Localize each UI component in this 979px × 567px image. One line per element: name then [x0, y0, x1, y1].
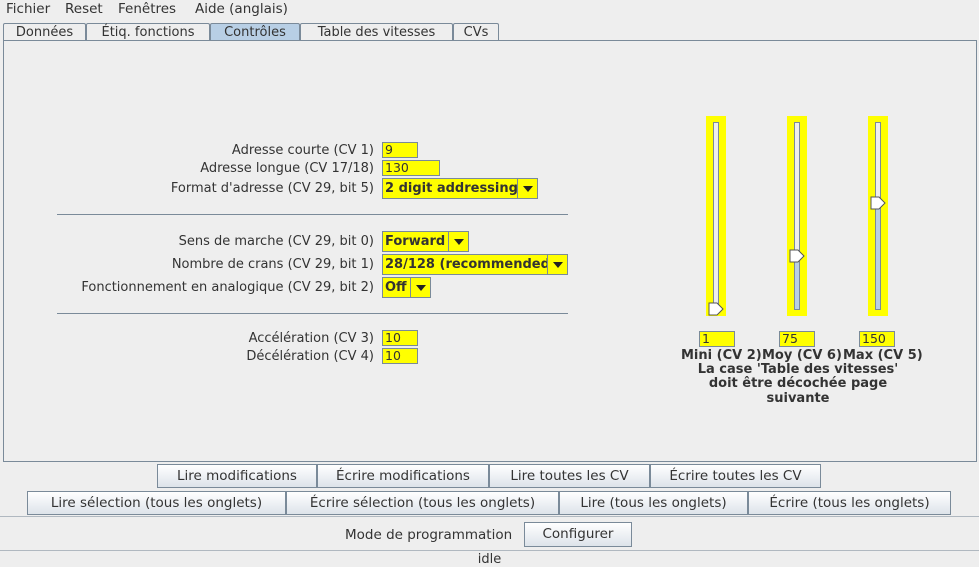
address-format-label: Format d'adresse (CV 29, bit 5)	[170, 181, 374, 196]
acceleration-field[interactable]: 10	[382, 330, 418, 346]
vstart-label: Mini (CV 2)	[681, 348, 762, 363]
vstart-field[interactable]: 1	[699, 331, 735, 347]
analog-mode-label: Fonctionnement en analogique (CV 29, bit…	[81, 280, 374, 295]
vmid-label: Moy (CV 6)	[762, 348, 842, 363]
read-all-tabs-button[interactable]: Lire (tous les onglets)	[559, 491, 748, 515]
chevron-down-icon[interactable]	[517, 179, 537, 198]
deceleration-label: Décélération (CV 4)	[246, 349, 374, 364]
speed-steps-select[interactable]: 28/128 (recommended)	[382, 254, 568, 275]
programming-mode-label: Mode de programmation	[345, 527, 513, 543]
speed-table-note-line2: doit être décochée page suivante	[708, 376, 888, 406]
speed-steps-value: 28/128 (recommended)	[385, 257, 556, 272]
vhigh-slider-fill	[876, 202, 880, 309]
separator-1	[57, 214, 568, 215]
menu-aide[interactable]: Aide (anglais)	[195, 1, 288, 17]
vmid-field[interactable]: 75	[779, 331, 815, 347]
tab-controles[interactable]: Contrôles	[210, 23, 300, 41]
vhigh-field[interactable]: 150	[859, 331, 895, 347]
menu-bar: Fichier Reset Fenêtres Aide (anglais)	[0, 0, 979, 20]
tab-cvs[interactable]: CVs	[453, 23, 499, 40]
separator-3	[0, 516, 979, 517]
address-format-value: 2 digit addressing	[385, 181, 518, 196]
vhigh-slider-thumb[interactable]	[870, 196, 886, 210]
direction-value: Forward	[385, 234, 446, 249]
acceleration-label: Accélération (CV 3)	[248, 331, 374, 346]
write-all-tabs-button[interactable]: Écrire (tous les onglets)	[748, 491, 951, 515]
short-address-field[interactable]: 9	[382, 142, 418, 158]
separator-2	[57, 313, 568, 314]
menu-fenetres[interactable]: Fenêtres	[118, 1, 176, 17]
direction-select[interactable]: Forward	[382, 231, 469, 252]
vstart-slider-track	[713, 122, 719, 310]
tab-donnees[interactable]: Données	[3, 23, 86, 40]
vmid-slider-fill	[795, 256, 799, 309]
chevron-down-icon[interactable]	[410, 278, 430, 297]
menu-fichier[interactable]: Fichier	[6, 1, 50, 17]
direction-label: Sens de marche (CV 29, bit 0)	[178, 234, 374, 249]
read-changes-button[interactable]: Lire modifications	[157, 464, 317, 488]
analog-mode-select[interactable]: Off	[382, 277, 431, 298]
write-selection-all-tabs-button[interactable]: Écrire sélection (tous les onglets)	[286, 491, 559, 515]
menu-reset[interactable]: Reset	[65, 1, 103, 17]
write-changes-button[interactable]: Écrire modifications	[317, 464, 489, 488]
status-text: idle	[477, 552, 502, 567]
read-selection-all-tabs-button[interactable]: Lire sélection (tous les onglets)	[27, 491, 286, 515]
separator-4	[0, 550, 979, 551]
analog-mode-value: Off	[385, 280, 407, 295]
vhigh-label: Max (CV 5)	[843, 348, 923, 363]
short-address-label: Adresse courte (CV 1)	[231, 143, 374, 158]
tab-etiq-fonctions[interactable]: Étiq. fonctions	[86, 23, 210, 40]
tab-bar: Données Étiq. fonctions Contrôles Table …	[0, 21, 979, 41]
deceleration-field[interactable]: 10	[382, 348, 418, 364]
chevron-down-icon[interactable]	[547, 255, 567, 274]
chevron-down-icon[interactable]	[448, 232, 468, 251]
write-all-cvs-button[interactable]: Écrire toutes les CV	[650, 464, 821, 488]
address-format-select[interactable]: 2 digit addressing	[382, 178, 538, 199]
long-address-label: Adresse longue (CV 17/18)	[200, 161, 374, 176]
configure-button[interactable]: Configurer	[524, 522, 632, 547]
read-all-cvs-button[interactable]: Lire toutes les CV	[489, 464, 650, 488]
long-address-field[interactable]: 130	[382, 160, 440, 176]
speed-table-note-line1: La case 'Table des vitesses'	[697, 362, 899, 377]
vmid-slider-thumb[interactable]	[789, 249, 805, 263]
tab-table-des-vitesses[interactable]: Table des vitesses	[300, 23, 453, 40]
speed-steps-label: Nombre de crans (CV 29, bit 1)	[171, 257, 374, 272]
vstart-slider-thumb[interactable]	[708, 302, 724, 316]
